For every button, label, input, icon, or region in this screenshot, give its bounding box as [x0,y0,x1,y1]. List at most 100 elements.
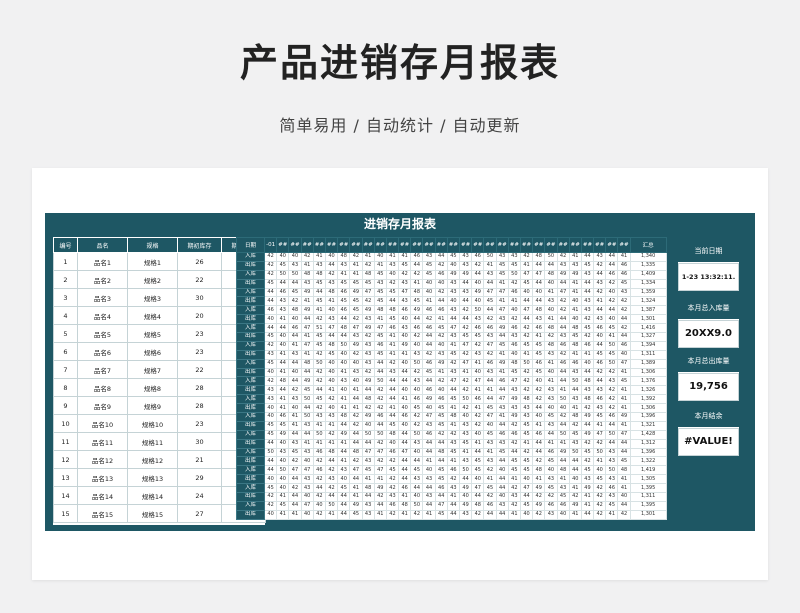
day-value: 42 [312,492,326,502]
day-value: 41 [617,394,631,405]
day-value: 40 [410,447,424,458]
day-value: 44 [617,438,631,449]
product-name: 品名12 [77,450,128,469]
day-value: 49 [458,269,473,280]
day-value: 44 [288,358,302,369]
day-value: 41 [532,474,546,485]
product-name: 品名4 [77,306,128,325]
day-value: 40 [385,438,400,449]
day-value: 44 [398,367,412,378]
day-value: 42 [324,465,339,476]
opening-stock: 30 [177,432,222,451]
day-value: 46 [617,340,631,351]
day-value: 44 [519,492,534,502]
day-value: 46 [288,323,302,334]
day-value: 42 [519,447,534,458]
day-value: 44 [519,296,534,307]
day-value: 41 [495,296,509,307]
day-value: 44 [337,420,351,431]
day-value: 42 [263,269,278,280]
product-row: 9品名9规格928114 [53,396,266,415]
day-value: 49 [361,323,375,334]
day-value: 41 [276,403,290,414]
day-value: 41 [349,492,363,502]
day-value: 50 [605,429,619,440]
day-value: 42 [361,332,375,342]
day-value: 41 [373,509,387,520]
day-value: 40 [276,456,290,467]
day-value: 46 [605,269,619,280]
day-value: 42 [556,412,570,422]
day-value: 43 [458,429,473,440]
day-value: 43 [593,385,607,396]
day-value: 45 [349,305,363,316]
day-value: 45 [434,403,448,414]
day-value: 41 [446,456,461,467]
day-value: 46 [263,305,278,316]
day-value: 46 [568,358,582,369]
day-value: 48 [568,323,582,334]
day-value: 41 [507,474,521,485]
day-value: 42 [373,492,387,502]
day-value: 48 [568,412,582,422]
day-value: 42 [593,260,607,271]
product-row: 4品名4规格420113 [53,306,266,325]
opening-stock: 23 [177,414,222,433]
stock-out-label: 出库 [236,474,265,485]
stock-row: 出库 45 45 41 43 41 41 44 42 40 44 45 40 42 43 45 41 43 42 40… [236,420,667,431]
day-value: 44 [398,438,412,449]
day-value: 42 [556,252,570,262]
day-value: 42 [324,483,339,494]
day-value: 43 [556,332,570,342]
day-value: 45 [458,438,473,449]
stock-row: 入库 45 49 44 44 50 42 49 44 50 50 48 44 50 46 42 42 43 40 45… [236,429,667,440]
day-value: 40 [276,438,290,449]
day-value: 41 [422,509,436,520]
day-value: 41 [288,412,302,422]
day-value: 40 [593,332,607,342]
day-value: 41 [385,340,400,351]
opening-stock: 28 [177,378,222,397]
day-value: 45 [471,332,485,342]
day-value: 42 [519,385,534,396]
day-value: 47 [471,483,485,494]
header-day: ## [507,237,521,253]
day-value: 43 [361,349,375,360]
day-value: 43 [568,438,582,449]
row-total: 1,324 [629,296,667,307]
stock-row: 出库 45 44 44 43 45 43 45 45 45 43 42 43 41 40 40 43 44 40 44… [236,278,667,289]
day-value: 40 [410,492,424,502]
day-value: 43 [288,438,302,449]
product-no: 14 [53,486,78,505]
day-value: 40 [434,278,448,289]
header-day: ## [288,237,302,253]
day-value: 42 [312,403,326,414]
day-value: 45 [276,420,290,431]
day-value: 50 [605,465,619,476]
day-value: 40 [544,367,558,378]
day-value: 42 [361,260,375,271]
stock-out-label: 出库 [236,260,265,271]
day-value: 41 [349,269,363,280]
day-value: 42 [312,456,326,467]
day-value: 44 [337,500,351,511]
day-value: 41 [580,500,595,511]
day-value: 50 [312,429,326,440]
day-value: 44 [385,394,400,405]
day-value: 43 [593,314,607,325]
day-value: 50 [410,358,424,369]
product-spec: 规格5 [127,324,178,343]
day-value: 47 [373,447,387,458]
day-value: 43 [593,403,607,414]
banner-title: 产品进销存月报表 [239,41,560,85]
day-value: 47 [324,323,339,334]
product-row: 7品名7规格72295 [53,360,266,379]
day-value: 45 [373,287,387,298]
stock-row: 入库 42 50 50 48 48 42 41 41 48 45 40 42 42 45 46 49 49 44 43… [236,269,667,280]
day-value: 41 [544,287,558,298]
day-value: 41 [532,420,546,431]
day-value: 47 [398,287,412,298]
banner-subtitle: 简单易用 / 自动统计 / 自动更新 [279,116,521,135]
day-value: 43 [398,278,412,289]
day-value: 45 [568,429,582,440]
